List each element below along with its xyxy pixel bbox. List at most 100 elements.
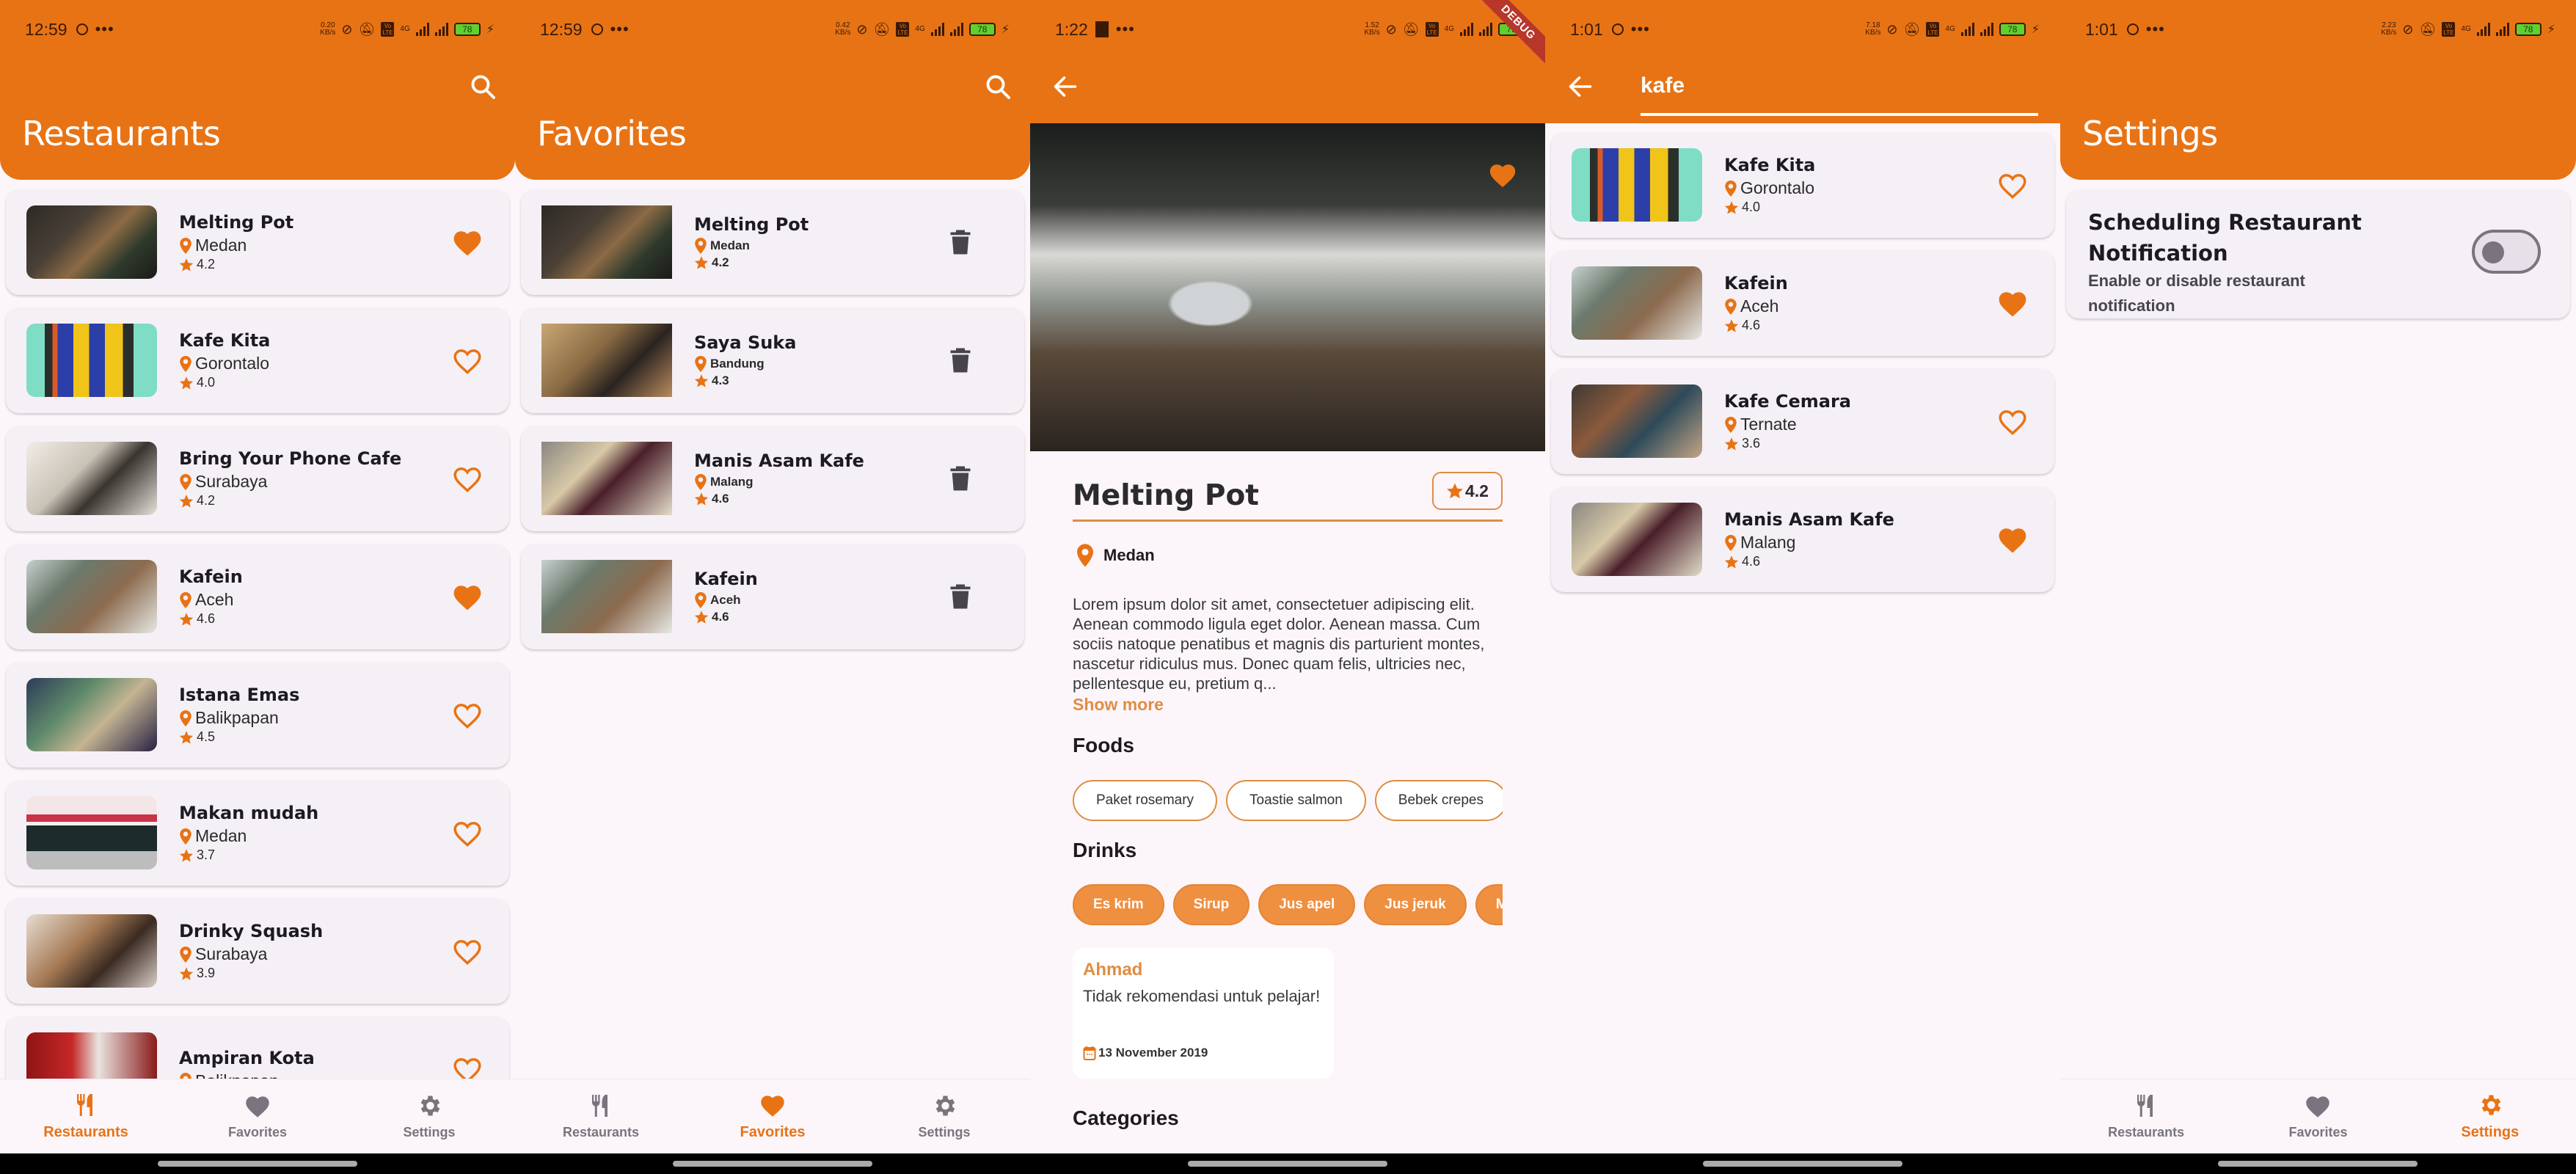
network-type: 4G: [1945, 25, 1955, 33]
city-label: Aceh: [710, 593, 741, 607]
delete-icon[interactable]: [949, 465, 971, 492]
home-indicator[interactable]: [1188, 1161, 1387, 1167]
setting-subtitle: Enable or disable restaurant notificatio…: [2088, 271, 2305, 315]
delete-icon[interactable]: [949, 347, 971, 373]
review-text: Tidak rekomendasi untuk pelajar!: [1083, 987, 1321, 1005]
nav-label: Restaurants: [2108, 1125, 2185, 1140]
heart-outline-icon[interactable]: [452, 936, 483, 966]
restaurant-card[interactable]: Kafe Kita Gorontalo 4.0: [6, 307, 509, 413]
favorite-heart-icon[interactable]: [1488, 161, 1517, 188]
restaurant-thumbnail: [26, 560, 157, 633]
restaurant-rating: 4.2: [179, 257, 452, 272]
search-icon[interactable]: [470, 73, 496, 100]
heart-outline-icon[interactable]: [452, 1054, 483, 1080]
home-indicator[interactable]: [2218, 1161, 2418, 1167]
heart-filled-icon[interactable]: [452, 227, 483, 257]
notification-toggle[interactable]: [2472, 230, 2541, 274]
delete-icon[interactable]: [949, 229, 971, 255]
restaurant-card[interactable]: Kafein Aceh 4.6: [6, 544, 509, 649]
restaurant-city: Gorontalo: [1724, 178, 1997, 198]
star-icon: [1446, 482, 1464, 500]
foods-chip-list[interactable]: Paket rosemary Toastie salmon Bebek crepes: [1073, 780, 1503, 821]
restaurant-list[interactable]: Melting Pot Medan 4.2 Kafe Kita Gorontalo 4.0…: [0, 189, 515, 1080]
search-results-list[interactable]: Kafe Kita Gorontalo 4.0 Kafein Aceh 4.6 Kafe C…: [1545, 132, 2060, 1080]
search-input[interactable]: [1641, 68, 2038, 116]
restaurant-info: Manis Asam Kafe Malang 4.6: [1724, 509, 1997, 569]
review-date-text: 13 November 2019: [1098, 1046, 1208, 1060]
hotspot-link-icon: ⊘: [856, 21, 868, 37]
nav-favorites[interactable]: Favorites: [687, 1079, 858, 1153]
restaurant-info: Saya Suka Bandung 4.3: [694, 332, 949, 388]
restaurant-name: Manis Asam Kafe: [1724, 509, 1894, 530]
drink-chip[interactable]: Minuman: [1475, 884, 1503, 925]
heart-outline-icon[interactable]: [452, 464, 483, 493]
city-label: Gorontalo: [195, 354, 270, 373]
nav-favorites[interactable]: Favorites: [2232, 1079, 2404, 1153]
nav-favorites[interactable]: Favorites: [172, 1079, 343, 1153]
restaurant-card[interactable]: Kafein Aceh 4.6: [521, 544, 1024, 649]
restaurant-thumbnail: [26, 796, 157, 869]
restaurant-card[interactable]: Bring Your Phone Cafe Surabaya 4.2: [6, 426, 509, 531]
delete-icon[interactable]: [949, 583, 971, 610]
restaurant-card[interactable]: Manis Asam Kafe Malang 4.6: [521, 426, 1024, 531]
heart-outline-icon[interactable]: [452, 346, 483, 375]
drink-chip[interactable]: Sirup: [1172, 884, 1250, 925]
restaurant-card[interactable]: Ampiran KotaBalikpapan: [6, 1016, 509, 1080]
restaurant-card[interactable]: Kafein Aceh 4.6: [1551, 250, 2054, 356]
restaurant-rating: 4.0: [179, 375, 452, 390]
more-notifications-icon: •••: [2145, 20, 2165, 38]
favorites-list[interactable]: Melting Pot Medan 4.2 Saya Suka Bandung 4.3 Ma…: [515, 189, 1030, 1080]
search-icon[interactable]: [985, 73, 1011, 100]
restaurant-card[interactable]: Drinky Squash Surabaya 3.9: [6, 898, 509, 1004]
heart-outline-icon[interactable]: [1997, 170, 2028, 200]
volte-icon: Vo LTE: [381, 22, 395, 37]
restaurant-card[interactable]: Kafe Cemara Ternate 3.6: [1551, 368, 2054, 474]
food-chip[interactable]: Toastie salmon: [1226, 780, 1366, 821]
location-pin-icon: [179, 947, 192, 963]
heart-filled-icon[interactable]: [452, 582, 483, 611]
restaurant-card[interactable]: Melting Pot Medan 4.2: [521, 189, 1024, 295]
home-indicator[interactable]: [1703, 1161, 1902, 1167]
drink-chip[interactable]: Jus apel: [1258, 884, 1356, 925]
gesture-bar: [1030, 1153, 1545, 1174]
back-arrow-icon[interactable]: [1052, 73, 1079, 100]
location-pin-icon: [179, 238, 192, 254]
restaurant-card[interactable]: Saya Suka Bandung 4.3: [521, 307, 1024, 413]
nav-settings[interactable]: Settings: [2404, 1079, 2576, 1153]
restaurant-card[interactable]: Istana Emas Balikpapan 4.5: [6, 662, 509, 768]
heart-filled-icon[interactable]: [1997, 525, 2028, 554]
heart-filled-icon[interactable]: [1997, 288, 2028, 318]
drink-chip[interactable]: Jus jeruk: [1364, 884, 1467, 925]
nav-restaurants[interactable]: Restaurants: [515, 1079, 687, 1153]
rating-value: 4.6: [712, 610, 729, 624]
restaurant-rating: 3.9: [179, 966, 452, 981]
nav-restaurants[interactable]: Restaurants: [2060, 1079, 2232, 1153]
restaurant-card[interactable]: Kafe Kita Gorontalo 4.0: [1551, 132, 2054, 238]
restaurant-card[interactable]: Melting Pot Medan 4.2: [6, 189, 509, 295]
restaurant-rating: 4.6: [1724, 318, 1997, 333]
detail-content[interactable]: Melting Pot 4.2 Medan Lorem ipsum dolor …: [1073, 451, 1503, 1153]
food-chip[interactable]: Paket rosemary: [1073, 780, 1218, 821]
restaurant-name: Ampiran Kota: [179, 1047, 315, 1068]
drinks-chip-list[interactable]: Es krimSirupJus apelJus jeruk Minuman: [1073, 884, 1503, 925]
restaurant-thumbnail: [541, 324, 672, 397]
nav-settings[interactable]: Settings: [343, 1079, 515, 1153]
home-indicator[interactable]: [158, 1161, 357, 1167]
heart-outline-icon[interactable]: [1997, 406, 2028, 436]
nav-settings[interactable]: Settings: [858, 1079, 1030, 1153]
show-more-link[interactable]: Show more: [1073, 695, 1164, 715]
heart-outline-icon[interactable]: [452, 700, 483, 729]
nav-label: Favorites: [740, 1124, 806, 1140]
restaurant-name: Drinky Squash: [179, 921, 324, 941]
drink-chip[interactable]: Es krim: [1073, 884, 1164, 925]
food-chip[interactable]: Bebek crepes: [1374, 780, 1503, 821]
hotspot-link-icon: ⊘: [1886, 21, 1898, 37]
nav-restaurants[interactable]: Restaurants: [0, 1079, 172, 1153]
restaurant-card[interactable]: Makan mudah Medan 3.7: [6, 780, 509, 886]
restaurant-city: Medan: [694, 238, 949, 254]
restaurant-card[interactable]: Manis Asam Kafe Malang 4.6: [1551, 486, 2054, 592]
home-indicator[interactable]: [673, 1161, 872, 1167]
heart-outline-icon[interactable]: [452, 818, 483, 847]
net-speed-unit: KB/s: [1865, 29, 1881, 37]
back-arrow-icon[interactable]: [1567, 73, 1594, 100]
